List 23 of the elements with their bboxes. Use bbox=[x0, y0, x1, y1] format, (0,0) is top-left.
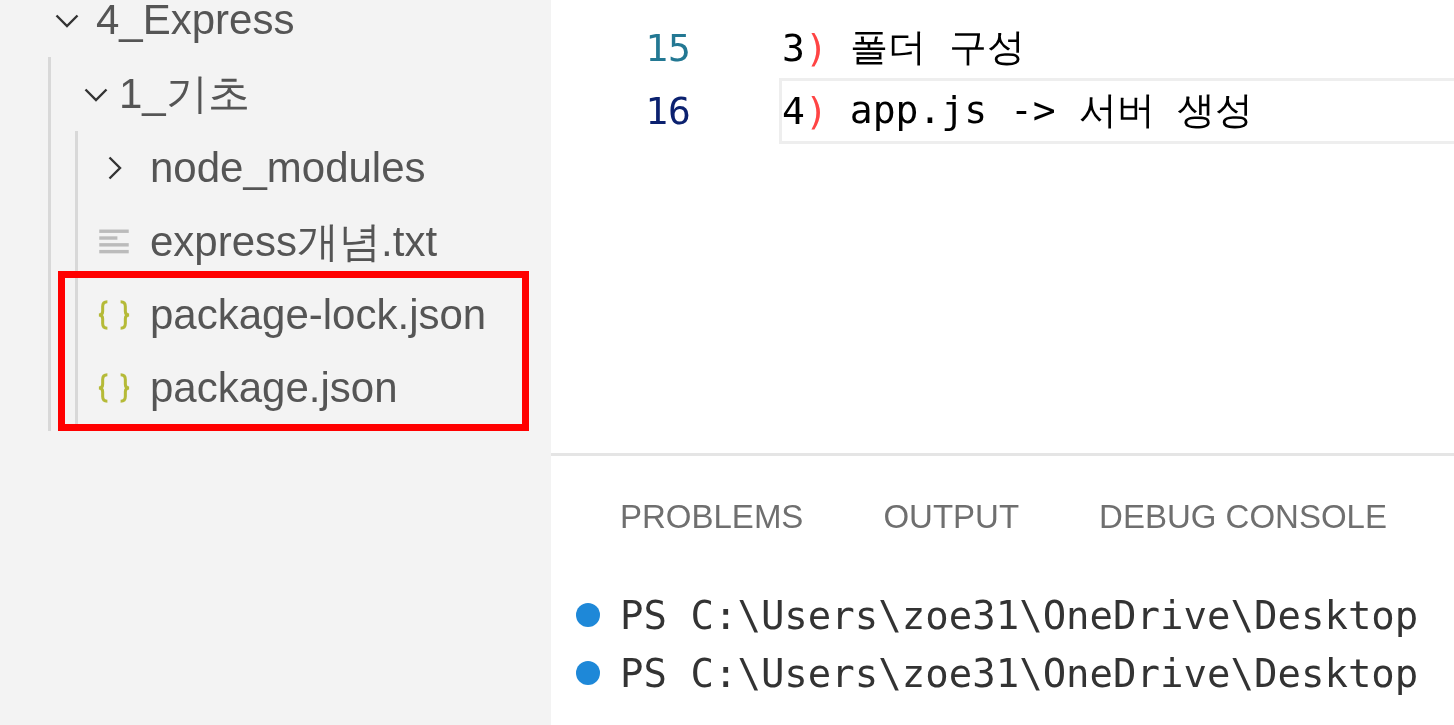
terminal-line: PS C:\Users\zoe31\OneDrive\Desktop bbox=[620, 650, 1419, 696]
bracket: ) bbox=[804, 88, 828, 133]
code-text: 폴더 구성 bbox=[849, 24, 1025, 71]
panel-tab[interactable]: OUTPUT bbox=[883, 498, 1020, 536]
status-dot bbox=[576, 603, 600, 627]
braces-icon bbox=[97, 370, 131, 405]
terminal-line: PS C:\Users\zoe31\OneDrive\Desktop bbox=[620, 592, 1419, 638]
file-name[interactable]: node_modules bbox=[150, 144, 426, 192]
panel-tab[interactable]: PROBLEMS bbox=[620, 498, 804, 536]
file-name[interactable]: package.json bbox=[150, 363, 398, 412]
line-number: 16 bbox=[644, 88, 691, 133]
file-name[interactable]: package-lock.json bbox=[150, 290, 487, 339]
folder-name[interactable]: 4_Express bbox=[96, 0, 295, 44]
folder-name[interactable]: 1_기초 bbox=[119, 66, 250, 122]
list-number: 3 bbox=[782, 25, 805, 70]
status-dot bbox=[576, 661, 600, 685]
bracket: ) bbox=[804, 25, 828, 70]
file-name[interactable]: express개념.txt bbox=[150, 214, 438, 270]
panel-tab[interactable]: DEBUG CONSOLE bbox=[1099, 498, 1387, 536]
braces-icon bbox=[97, 297, 131, 332]
code-text: app.js -> 서버 생성 bbox=[849, 87, 1254, 134]
line-number: 15 bbox=[644, 25, 691, 70]
list-number: 4 bbox=[782, 88, 805, 133]
